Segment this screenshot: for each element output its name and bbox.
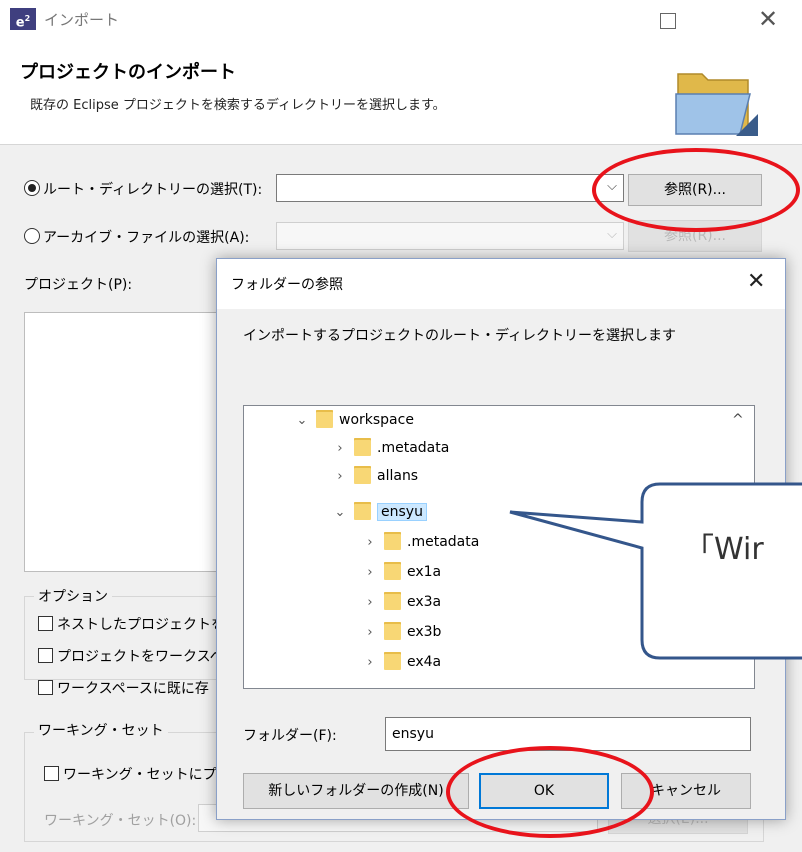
- callout-text: 「Wir: [684, 532, 764, 567]
- callout-bubble: [509, 482, 802, 660]
- ok-highlight-ellipse: [446, 746, 654, 838]
